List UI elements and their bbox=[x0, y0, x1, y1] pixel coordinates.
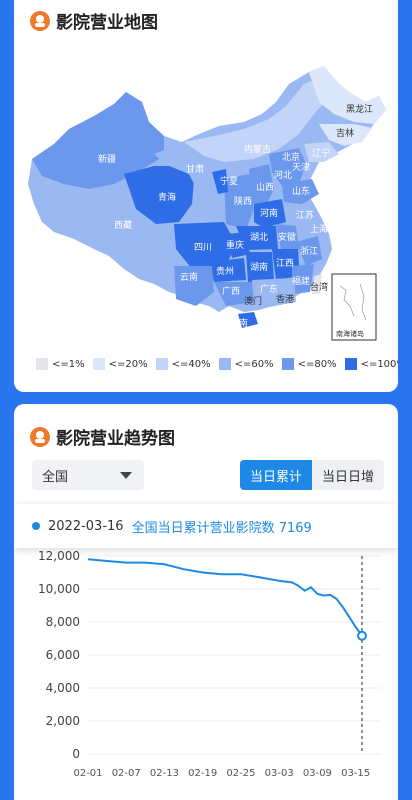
label-hebei: 河北 bbox=[274, 169, 292, 181]
metric-tabs: 当日累计 当日日增 bbox=[240, 460, 384, 490]
x-tick-label: 02-13 bbox=[150, 768, 179, 779]
china-map[interactable]: 黑龙江 吉林 辽宁 内蒙古 新疆 西藏 青海 甘肃 宁夏 陕西 山西 北京 天津… bbox=[14, 44, 398, 354]
legend-swatch bbox=[92, 358, 105, 370]
legend-swatch bbox=[281, 358, 294, 370]
cinema-logo-icon bbox=[30, 10, 50, 31]
x-tick-label: 03-15 bbox=[341, 768, 370, 779]
legend-item[interactable]: <=40% bbox=[155, 358, 211, 370]
label-chongqing: 重庆 bbox=[226, 239, 244, 251]
legend-label: <=80% bbox=[297, 358, 337, 370]
label-macau: 澳门 bbox=[244, 295, 262, 307]
legend-swatch bbox=[218, 358, 231, 370]
tab-daily-increase[interactable]: 当日日增 bbox=[312, 460, 384, 490]
south-china-sea-inset: 南海诸岛 bbox=[331, 273, 377, 341]
legend-swatch bbox=[155, 358, 168, 370]
label-jiangsu: 江苏 bbox=[296, 209, 314, 221]
label-taiwan: 台湾 bbox=[310, 281, 328, 293]
x-tick-label: 03-09 bbox=[303, 768, 332, 779]
region-select[interactable]: 全国 bbox=[32, 460, 144, 490]
y-tick-label: 6,000 bbox=[46, 648, 80, 662]
label-jilin: 吉林 bbox=[336, 127, 354, 139]
legend-item[interactable]: <=80% bbox=[281, 358, 337, 370]
y-tick-label: 2,000 bbox=[46, 714, 80, 728]
trend-card-header: 影院营业趋势图 bbox=[30, 424, 175, 449]
map-card-header: 影院营业地图 bbox=[30, 8, 158, 33]
cinema-logo-icon bbox=[30, 426, 50, 447]
label-hunan: 湖南 bbox=[250, 261, 268, 273]
chart-tooltip: 2022-03-16 全国当日累计营业影院数 7169 bbox=[14, 504, 398, 548]
tab-cumulative[interactable]: 当日累计 bbox=[240, 460, 312, 490]
series-dot-icon bbox=[32, 522, 40, 530]
label-jiangxi: 江西 bbox=[276, 258, 294, 269]
legend-item[interactable]: <=20% bbox=[92, 358, 148, 370]
label-ningxia: 宁夏 bbox=[220, 175, 238, 187]
label-beijing: 北京 bbox=[282, 151, 300, 163]
label-hainan: 海南 bbox=[230, 317, 248, 329]
legend-swatch bbox=[344, 358, 357, 370]
label-guizhou: 贵州 bbox=[216, 265, 234, 277]
label-shaanxi: 陕西 bbox=[234, 195, 252, 207]
legend-item[interactable]: <=60% bbox=[218, 358, 274, 370]
label-shandong: 山东 bbox=[292, 185, 310, 197]
label-liaoning: 辽宁 bbox=[312, 147, 330, 159]
label-guangdong: 广东 bbox=[260, 283, 278, 295]
trend-line-chart[interactable]: 0 2,000 4,000 6,000 8,000 10,000 12,000 02-01 02… bbox=[14, 544, 398, 800]
label-guangxi: 广西 bbox=[222, 285, 240, 297]
y-tick-label: 10,000 bbox=[38, 582, 80, 596]
label-heilongjiang: 黑龙江 bbox=[346, 103, 373, 115]
label-zhejiang: 浙江 bbox=[300, 245, 318, 257]
label-xizang: 西藏 bbox=[114, 219, 132, 231]
map-legend: <=1% <=20% <=40% <=60% <=80% <=100% bbox=[36, 358, 398, 370]
highlight-point[interactable] bbox=[357, 630, 367, 641]
trend-card: 影院营业趋势图 全国 当日累计 当日日增 2022-03-16 全国当日累计营业… bbox=[14, 404, 398, 800]
x-tick-label: 02-25 bbox=[226, 768, 255, 779]
label-henan: 河南 bbox=[260, 207, 278, 219]
label-gansu: 甘肃 bbox=[186, 163, 204, 175]
legend-item[interactable]: <=100% bbox=[344, 358, 398, 370]
legend-label: <=60% bbox=[234, 358, 274, 370]
label-hongkong: 香港 bbox=[276, 293, 294, 305]
legend-swatch bbox=[36, 358, 48, 370]
y-tick-label: 0 bbox=[72, 747, 80, 761]
label-yunnan: 云南 bbox=[180, 271, 198, 283]
tooltip-date: 2022-03-16 bbox=[48, 518, 124, 534]
x-tick-label: 02-01 bbox=[73, 768, 102, 779]
inset-label: 南海诸岛 bbox=[336, 329, 364, 338]
label-hubei: 湖北 bbox=[250, 232, 268, 243]
y-tick-label: 8,000 bbox=[46, 615, 80, 629]
label-shanghai: 上海 bbox=[310, 223, 328, 235]
label-fujian: 福建 bbox=[292, 275, 310, 287]
y-tick-label: 4,000 bbox=[46, 681, 80, 695]
legend-item[interactable]: <=1% bbox=[36, 358, 85, 370]
trend-card-title: 影院营业趋势图 bbox=[56, 429, 175, 449]
legend-label: <=20% bbox=[108, 358, 148, 370]
tooltip-value: 全国当日累计营业影院数 7169 bbox=[131, 520, 312, 536]
label-anhui: 安徽 bbox=[278, 231, 296, 243]
label-shanxi: 山西 bbox=[256, 182, 274, 193]
label-sichuan: 四川 bbox=[194, 243, 212, 253]
x-tick-label: 02-19 bbox=[188, 768, 217, 779]
chevron-down-icon bbox=[120, 472, 132, 479]
series-line bbox=[87, 558, 363, 637]
map-card: 影院营业地图 黑龙江 吉林 辽宁 内蒙古 新疆 西藏 青海 甘肃 宁夏 陕西 山… bbox=[14, 0, 398, 392]
y-tick-label: 12,000 bbox=[38, 549, 80, 563]
label-qinghai: 青海 bbox=[158, 191, 176, 203]
legend-label: <=1% bbox=[52, 358, 85, 370]
region-select-value: 全国 bbox=[42, 469, 69, 485]
x-tick-label: 03-03 bbox=[265, 768, 294, 779]
legend-label: <=100% bbox=[360, 358, 398, 370]
label-neimenggu: 内蒙古 bbox=[244, 143, 271, 155]
label-tianjin: 天津 bbox=[292, 162, 310, 173]
map-card-title: 影院营业地图 bbox=[56, 13, 158, 33]
label-xinjiang: 新疆 bbox=[98, 153, 116, 165]
legend-label: <=40% bbox=[171, 358, 211, 370]
x-tick-label: 02-07 bbox=[112, 768, 141, 779]
